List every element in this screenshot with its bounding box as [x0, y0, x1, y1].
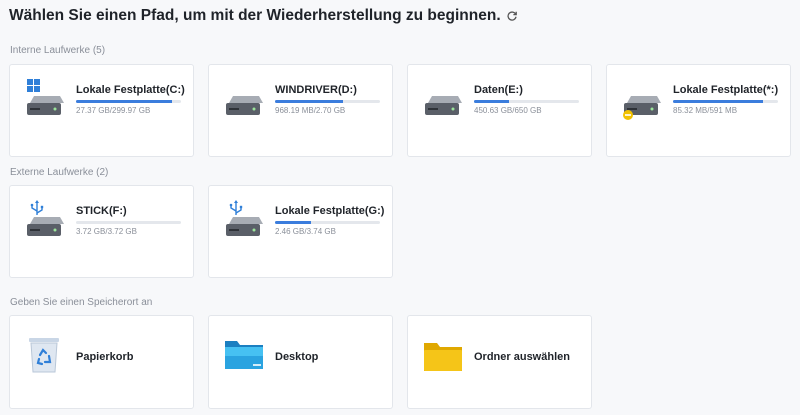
- recycle-bin-icon: [29, 338, 59, 373]
- location-name: Papierkorb: [76, 351, 134, 363]
- desktop-folder-icon: [225, 341, 263, 369]
- drive-name: STICK(F:): [76, 205, 127, 217]
- section-external-drives: Externe Laufwerke (2): [10, 167, 109, 178]
- drive-name: Daten(E:): [474, 84, 523, 96]
- drive-size: 450.63 GB/650 GB: [474, 106, 542, 115]
- drive-usage-bar: [275, 221, 380, 224]
- drive-usage-bar: [76, 221, 181, 224]
- hard-drive-icon: [425, 96, 462, 115]
- drive-usage-bar: [474, 100, 579, 103]
- hard-drive-warning-icon: [623, 96, 661, 120]
- drive-card-e[interactable]: Daten(E:) 450.63 GB/650 GB: [407, 64, 592, 157]
- drive-size: 27.37 GB/299.97 GB: [76, 106, 151, 115]
- drive-size: 2.46 GB/3.74 GB: [275, 227, 336, 236]
- page-title: Wählen Sie einen Pfad, um mit der Wieder…: [9, 7, 518, 25]
- drive-card-c[interactable]: Lokale Festplatte(C:) 27.37 GB/299.97 GB: [9, 64, 194, 157]
- location-card-desktop[interactable]: Desktop: [208, 315, 393, 409]
- drive-name: Lokale Festplatte(*:): [673, 84, 779, 96]
- drive-usage-bar: [275, 100, 380, 103]
- drive-usage-bar: [76, 100, 181, 103]
- usb-drive-icon: [27, 200, 64, 236]
- windows-drive-icon: [27, 79, 64, 115]
- location-name: Ordner auswählen: [474, 351, 570, 363]
- drive-usage-bar: [673, 100, 778, 103]
- drive-name: WINDRIVER(D:): [275, 84, 357, 96]
- section-internal-drives: Interne Laufwerke (5): [10, 45, 106, 56]
- usb-drive-icon: [226, 200, 263, 236]
- drive-name: Lokale Festplatte(G:): [275, 205, 385, 217]
- refresh-icon[interactable]: [506, 10, 518, 22]
- page-title-text: Wählen Sie einen Pfad, um mit der Wieder…: [9, 7, 501, 24]
- drive-card-unassigned[interactable]: Lokale Festplatte(*:) 85.32 MB/591 MB: [606, 64, 791, 157]
- drive-size: 3.72 GB/3.72 GB: [76, 227, 137, 236]
- drive-size: 85.32 MB/591 MB: [673, 106, 738, 115]
- section-locations: Geben Sie einen Speicherort an: [10, 297, 153, 308]
- hard-drive-icon: [226, 96, 263, 115]
- location-card-recycle-bin[interactable]: Papierkorb: [9, 315, 194, 409]
- drive-card-f[interactable]: STICK(F:) 3.72 GB/3.72 GB: [9, 185, 194, 278]
- drive-size: 968.19 MB/2.70 GB: [275, 106, 346, 115]
- location-card-select-folder[interactable]: Ordner auswählen: [407, 315, 592, 409]
- folder-icon: [424, 343, 462, 371]
- drive-card-d[interactable]: WINDRIVER(D:) 968.19 MB/2.70 GB: [208, 64, 393, 157]
- location-name: Desktop: [275, 351, 319, 363]
- drive-card-g[interactable]: Lokale Festplatte(G:) 2.46 GB/3.74 GB: [208, 185, 393, 278]
- drive-name: Lokale Festplatte(C:): [76, 84, 185, 96]
